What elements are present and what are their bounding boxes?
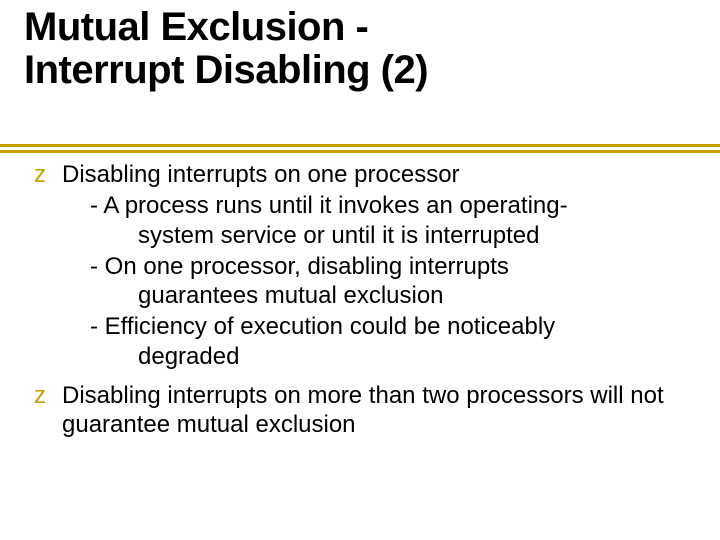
slide: Mutual Exclusion - Interrupt Disabling (… [0,0,720,540]
subitem-line: guarantees mutual exclusion [90,281,680,310]
item-text: Disabling interrupts on more than two pr… [62,382,664,438]
title-line-1: Mutual Exclusion - [24,5,368,49]
bullet-icon: z [34,160,62,189]
bullet-icon: z [34,381,62,410]
slide-body: z Disabling interrupts on one processor … [34,160,680,445]
subitem-line: system service or until it is interrupte… [90,221,680,250]
subitem-line: - On one processor, disabling interrupts [90,252,680,281]
sub-list-item: - A process runs until it invokes an ope… [90,191,680,250]
accent-line [0,144,720,147]
list-item-text: Disabling interrupts on more than two pr… [62,381,680,440]
subitem-line: - Efficiency of execution could be notic… [90,312,680,341]
list-item: z Disabling interrupts on one processor … [34,160,680,373]
subitem-line: - A process runs until it invokes an ope… [90,191,680,220]
accent-line [0,150,720,153]
list-item: z Disabling interrupts on more than two … [34,381,680,440]
sub-list-item: - On one processor, disabling interrupts… [90,252,680,311]
subitem-line: degraded [90,342,680,371]
list-item-text: Disabling interrupts on one processor - … [62,160,680,373]
item-text: Disabling interrupts on one processor [62,161,460,188]
slide-title: Mutual Exclusion - Interrupt Disabling (… [24,6,680,92]
title-line-2: Interrupt Disabling (2) [24,48,428,92]
subitems: - A process runs until it invokes an ope… [62,191,680,371]
sub-list-item: - Efficiency of execution could be notic… [90,312,680,371]
